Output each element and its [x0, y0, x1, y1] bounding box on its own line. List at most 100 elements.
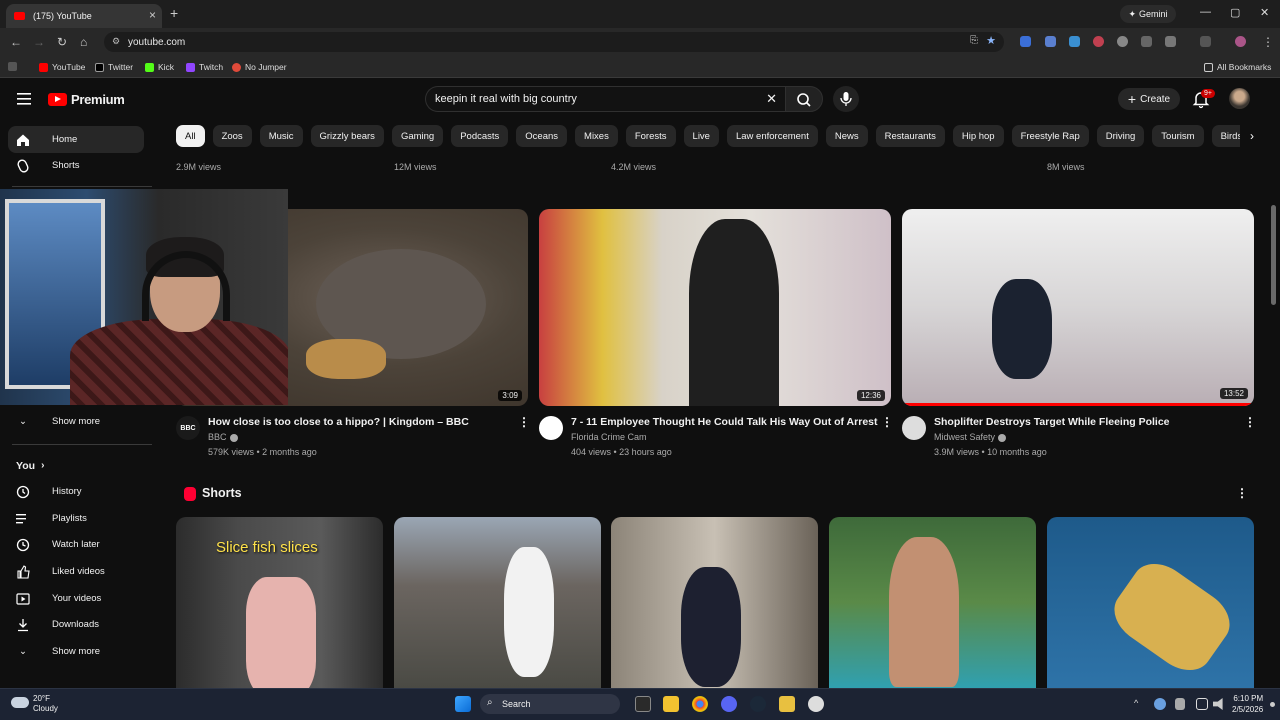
- extension-icon[interactable]: [1117, 36, 1128, 47]
- sidebar-item-watch-later[interactable]: Watch later: [8, 531, 144, 558]
- video-menu-icon[interactable]: ⋮: [881, 415, 893, 429]
- steam-icon[interactable]: [750, 696, 766, 712]
- channel-name[interactable]: BBC: [208, 432, 238, 442]
- forward-icon[interactable]: →: [33, 35, 45, 49]
- extension-icon[interactable]: [1069, 36, 1080, 47]
- chrome-icon[interactable]: [692, 696, 708, 712]
- sidebar-show-more[interactable]: ⌄ Show more: [8, 638, 144, 665]
- chip-grizzly-bears[interactable]: Grizzly bears: [310, 125, 384, 147]
- chip-live[interactable]: Live: [683, 125, 719, 147]
- video-menu-icon[interactable]: ⋮: [518, 415, 530, 429]
- discord-icon[interactable]: [721, 696, 737, 712]
- chip-all[interactable]: All: [176, 125, 205, 147]
- extension-icon[interactable]: [1141, 36, 1152, 47]
- network-icon[interactable]: [1196, 698, 1208, 710]
- sidebar-item-liked-videos[interactable]: Liked videos: [8, 558, 144, 585]
- short-thumbnail[interactable]: [1047, 517, 1254, 688]
- chip-news[interactable]: News: [825, 125, 868, 147]
- puzzle-icon[interactable]: [1165, 36, 1176, 47]
- extension-icon[interactable]: [1020, 36, 1031, 47]
- scrollbar-thumb[interactable]: [1271, 205, 1276, 305]
- tray-overflow-icon[interactable]: ^: [1134, 698, 1138, 708]
- video-thumbnail[interactable]: 12:36: [539, 209, 891, 406]
- chip-restaurants[interactable]: Restaurants: [875, 125, 945, 147]
- chip-driving[interactable]: Driving: [1096, 125, 1145, 147]
- apps-icon[interactable]: [8, 62, 17, 71]
- sidebar-you-section[interactable]: You ›: [8, 452, 144, 479]
- taskbar-search[interactable]: ⌕ Search: [480, 694, 620, 714]
- channel-avatar[interactable]: BBC: [176, 416, 200, 440]
- video-thumbnail[interactable]: 13:52: [902, 209, 1254, 406]
- bookmark-star-icon[interactable]: ★: [986, 34, 996, 47]
- file-explorer-icon[interactable]: [663, 696, 679, 712]
- bookmark-youtube[interactable]: YouTube: [39, 62, 85, 72]
- new-tab-button[interactable]: +: [170, 5, 178, 21]
- voice-search-icon[interactable]: [833, 86, 859, 112]
- install-icon[interactable]: ⎘: [970, 35, 978, 46]
- video-title[interactable]: 7 - 11 Employee Thought He Could Talk Hi…: [571, 416, 878, 428]
- url-field[interactable]: ⚙ youtube.com ⎘ ★: [104, 32, 1004, 52]
- mic-tray-icon[interactable]: [1175, 698, 1185, 710]
- clear-search-icon[interactable]: ✕: [766, 91, 777, 107]
- browser-tab[interactable]: (175) YouTube ×: [6, 4, 162, 28]
- back-icon[interactable]: ←: [10, 35, 22, 49]
- search-input[interactable]: keepin it real with big country ✕: [425, 86, 785, 112]
- short-thumbnail[interactable]: Slice fish slices: [176, 517, 383, 688]
- sidebar-item-your-videos[interactable]: Your videos: [8, 585, 144, 612]
- chip-podcasts[interactable]: Podcasts: [451, 125, 509, 147]
- chip-music[interactable]: Music: [259, 125, 303, 147]
- sidebar-show-more[interactable]: ⌄ Show more: [8, 408, 144, 435]
- gemini-button[interactable]: ✦ Gemini: [1120, 5, 1176, 23]
- weather-widget[interactable]: 20°F Cloudy: [33, 694, 58, 714]
- menu-kebab-icon[interactable]: ⋮: [1262, 35, 1274, 49]
- chip-zoos[interactable]: Zoos: [212, 125, 252, 147]
- shorts-menu-icon[interactable]: ⋮: [1236, 486, 1248, 500]
- short-thumbnail[interactable]: [394, 517, 601, 688]
- app-icon[interactable]: [779, 696, 795, 712]
- site-info-icon[interactable]: ⚙: [112, 36, 120, 47]
- close-tab-icon[interactable]: ×: [149, 8, 156, 22]
- obs-icon[interactable]: [808, 696, 824, 712]
- short-thumbnail[interactable]: [829, 517, 1036, 688]
- channel-name[interactable]: Florida Crime Cam: [571, 432, 647, 442]
- close-window-icon[interactable]: ✕: [1260, 6, 1269, 19]
- sidepanel-icon[interactable]: [1200, 36, 1211, 47]
- youtube-premium-logo[interactable]: Premium: [48, 92, 125, 107]
- profile-icon[interactable]: [1235, 36, 1246, 47]
- bookmark-twitch[interactable]: Twitch: [186, 62, 223, 72]
- chip-gaming[interactable]: Gaming: [391, 125, 444, 147]
- sidebar-item-shorts[interactable]: Shorts: [8, 152, 144, 179]
- bookmark-kick[interactable]: Kick: [145, 62, 174, 72]
- task-view-icon[interactable]: [635, 696, 651, 712]
- hamburger-menu-icon[interactable]: [17, 93, 31, 105]
- short-thumbnail[interactable]: [611, 517, 818, 688]
- channel-avatar[interactable]: [902, 416, 926, 440]
- system-clock[interactable]: 6:10 PM 2/5/2026: [1232, 693, 1263, 715]
- video-title[interactable]: How close is too close to a hippo? | Kin…: [208, 416, 469, 428]
- bookmark-twitter[interactable]: Twitter: [95, 62, 133, 72]
- sidebar-item-playlists[interactable]: Playlists: [8, 505, 144, 532]
- chip-hip-hop[interactable]: Hip hop: [952, 125, 1004, 147]
- chip-freestyle-rap[interactable]: Freestyle Rap: [1011, 125, 1089, 147]
- create-button[interactable]: + Create: [1118, 88, 1180, 110]
- chip-law-enforcement[interactable]: Law enforcement: [726, 125, 818, 147]
- windows-start-icon[interactable]: [455, 696, 471, 712]
- chip-forests[interactable]: Forests: [625, 125, 676, 147]
- notification-dot-icon[interactable]: [1270, 702, 1275, 707]
- chip-tourism[interactable]: Tourism: [1152, 125, 1204, 147]
- video-title[interactable]: Shoplifter Destroys Target While Fleeing…: [934, 416, 1170, 428]
- channel-avatar[interactable]: [539, 416, 563, 440]
- reload-icon[interactable]: ↻: [57, 35, 67, 49]
- maximize-icon[interactable]: ▢: [1230, 6, 1240, 19]
- minimize-icon[interactable]: —: [1200, 6, 1211, 18]
- bookmark-nojumper[interactable]: No Jumper: [232, 62, 287, 72]
- video-menu-icon[interactable]: ⋮: [1244, 415, 1256, 429]
- all-bookmarks[interactable]: All Bookmarks: [1204, 62, 1271, 72]
- account-avatar[interactable]: [1229, 88, 1250, 109]
- sidebar-item-home[interactable]: Home: [8, 126, 144, 153]
- extension-icon[interactable]: [1093, 36, 1104, 47]
- extension-icon[interactable]: [1045, 36, 1056, 47]
- home-browser-icon[interactable]: ⌂: [80, 35, 87, 49]
- chips-next-icon[interactable]: ›: [1240, 124, 1264, 148]
- chip-oceans[interactable]: Oceans: [516, 125, 568, 147]
